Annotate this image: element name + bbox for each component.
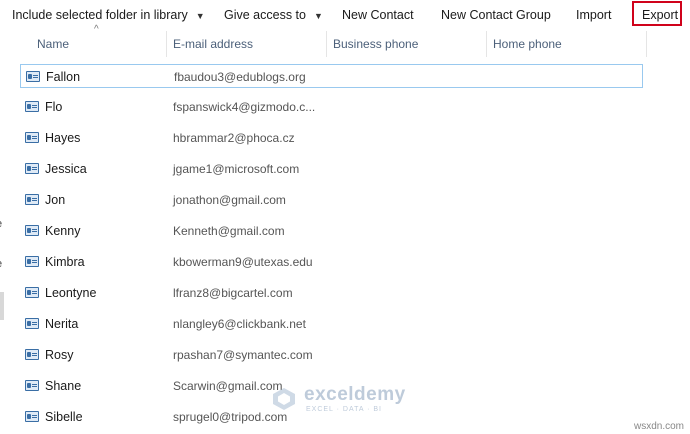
contact-card-icon <box>25 194 39 205</box>
contact-card-icon <box>26 71 40 82</box>
import-button[interactable]: Import <box>576 0 611 30</box>
contact-card-icon <box>25 318 39 329</box>
contact-email: hbrammar2@phoca.cz <box>173 131 295 145</box>
contact-row[interactable]: Nerita nlangley6@clickbank.net <box>20 312 643 336</box>
column-header-email[interactable]: E-mail address <box>167 31 327 57</box>
scrollbar-thumb[interactable] <box>0 292 4 320</box>
contact-name: Shane <box>45 379 82 393</box>
include-folder-label: Include selected folder in library <box>12 8 188 22</box>
give-access-menu[interactable]: Give access to ▼ <box>224 0 323 30</box>
include-folder-menu[interactable]: Include selected folder in library ▼ <box>12 0 205 30</box>
give-access-label: Give access to <box>224 8 306 22</box>
contact-name: Kimbra <box>45 255 85 269</box>
contact-email: fspanswick4@gizmodo.c... <box>173 100 316 114</box>
contact-row[interactable]: Kenny Kenneth@gmail.com <box>20 219 643 243</box>
contact-row[interactable]: Flo fspanswick4@gizmodo.c... <box>20 95 643 119</box>
contact-card-icon <box>25 101 39 112</box>
column-header-name[interactable]: Name <box>31 31 167 57</box>
contact-row[interactable]: Hayes hbrammar2@phoca.cz <box>20 126 643 150</box>
contact-row[interactable]: Kimbra kbowerman9@utexas.edu <box>20 250 643 274</box>
contact-name: Sibelle <box>45 410 83 424</box>
contact-card-icon <box>25 287 39 298</box>
contact-email: Scarwin@gmail.com <box>173 379 283 393</box>
column-header-home-phone[interactable]: Home phone <box>487 31 647 57</box>
nav-label-fragment: e <box>0 258 2 270</box>
navigation-pane-edge: e e <box>0 30 6 434</box>
column-header-business-phone[interactable]: Business phone <box>327 31 487 57</box>
contact-row[interactable]: Jon jonathon@gmail.com <box>20 188 643 212</box>
contact-row[interactable]: Fallon fbaudou3@edublogs.org <box>20 64 643 88</box>
contact-name: Flo <box>45 100 63 114</box>
contact-email: fbaudou3@edublogs.org <box>174 70 306 84</box>
contact-name: Fallon <box>46 70 81 84</box>
contact-card-icon <box>25 380 39 391</box>
contact-email: kbowerman9@utexas.edu <box>173 255 313 269</box>
source-credit: wsxdn.com <box>633 421 684 432</box>
contact-name: Nerita <box>45 317 79 331</box>
contact-email: jonathon@gmail.com <box>173 193 286 207</box>
contact-email: rpashan7@symantec.com <box>173 348 313 362</box>
contact-row[interactable]: Jessica jgame1@microsoft.com <box>20 157 643 181</box>
contact-name: Jessica <box>45 162 87 176</box>
nav-label-fragment: e <box>0 218 2 230</box>
contact-row[interactable]: Leontyne lfranz8@bigcartel.com <box>20 281 643 305</box>
contact-email: nlangley6@clickbank.net <box>173 317 306 331</box>
contact-email: lfranz8@bigcartel.com <box>173 286 293 300</box>
chevron-down-icon: ▼ <box>313 11 323 21</box>
contact-card-icon <box>25 349 39 360</box>
contact-email: sprugel0@tripod.com <box>173 410 288 424</box>
export-highlight-box <box>632 1 682 26</box>
contact-card-icon <box>25 411 39 422</box>
exceldemy-logo-icon <box>273 388 295 410</box>
chevron-down-icon: ▼ <box>195 11 205 21</box>
contact-name: Jon <box>45 193 66 207</box>
new-contact-group-button[interactable]: New Contact Group <box>441 0 551 30</box>
contact-row[interactable]: Rosy rpashan7@symantec.com <box>20 343 643 367</box>
watermark-name: exceldemy <box>304 384 406 405</box>
contact-name: Hayes <box>45 131 81 145</box>
watermark-tagline: EXCEL · DATA · BI <box>306 406 382 413</box>
contact-email: jgame1@microsoft.com <box>173 162 300 176</box>
exceldemy-watermark: exceldemy EXCEL · DATA · BI <box>272 384 422 414</box>
contact-card-icon <box>25 163 39 174</box>
command-toolbar: Include selected folder in library ▼ Give… <box>0 0 690 30</box>
contact-name: Kenny <box>45 224 81 238</box>
new-contact-button[interactable]: New Contact <box>342 0 414 30</box>
contact-card-icon <box>25 225 39 236</box>
contact-email: Kenneth@gmail.com <box>173 224 285 238</box>
contact-card-icon <box>25 256 39 267</box>
contact-card-icon <box>25 132 39 143</box>
contact-name: Rosy <box>45 348 74 362</box>
contact-name: Leontyne <box>45 286 97 300</box>
